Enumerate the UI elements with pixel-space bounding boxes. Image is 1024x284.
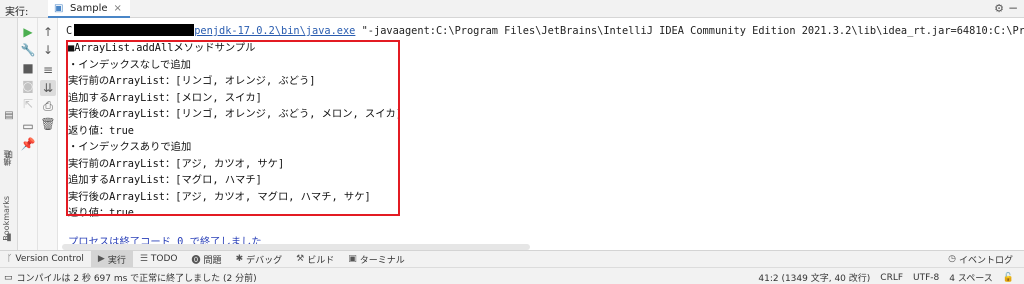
print-icon[interactable]: ⎙ (40, 98, 56, 114)
tab-label: TODO (150, 254, 178, 264)
pin-icon[interactable]: 📌 (20, 136, 36, 152)
gear-icon[interactable]: ⚙ (994, 2, 1004, 15)
tab-version-control[interactable]: ᚴ Version Control (0, 251, 91, 268)
application-icon: ▣ (54, 3, 64, 14)
status-layout-icon: ▭ (4, 272, 13, 283)
wrench-icon[interactable]: 🔧 (20, 42, 36, 58)
line-separator[interactable]: CRLF (880, 273, 903, 283)
tab-label: ターミナル (359, 255, 405, 266)
tab-run[interactable]: ▶ 実行 (90, 250, 133, 268)
close-icon[interactable]: × (114, 3, 122, 14)
bookmark-icon[interactable]: ▮ (3, 232, 15, 244)
status-right: 41:2 (1349 文字, 40 改行) CRLF UTF-8 4 スペース … (758, 271, 1014, 284)
camera-icon[interactable]: ◙ (20, 78, 36, 94)
command-prefix: C (66, 25, 73, 37)
lock-icon[interactable]: 🔓 (1003, 273, 1014, 283)
tab-label: 問題 (203, 255, 222, 266)
structure-label[interactable]: 構造 (2, 150, 13, 166)
up-arrow-icon[interactable]: ↑ (40, 24, 56, 40)
tab-event-log[interactable]: ◷ イベントログ (941, 251, 1020, 268)
down-arrow-icon[interactable]: ↓ (40, 42, 56, 58)
status-bar: ▭ コンパイルは 2 秒 697 ms で正常に終了しました (2 分前) 41… (0, 267, 1024, 284)
terminal-icon: ▣ (348, 254, 357, 264)
layout-icon[interactable]: ▭ (20, 118, 36, 134)
tab-build[interactable]: ⚒ ビルド (289, 251, 341, 268)
compile-message: コンパイルは 2 秒 697 ms で正常に終了しました (2 分前) (16, 274, 257, 284)
scroll-to-end-icon[interactable]: ⇊ (40, 80, 56, 96)
trash-icon[interactable]: 🗑 (40, 116, 56, 132)
indent-setting[interactable]: 4 スペース (949, 271, 993, 284)
tab-label: デバッグ (246, 255, 283, 266)
command-args: "-javaagent:C:\Program Files\JetBrains\I… (355, 25, 1024, 37)
branch-icon: ᚴ (7, 254, 13, 264)
redacted-path (74, 24, 195, 36)
tool-window-tabs: ᚴ Version Control ▶ 実行 ☰ TODO ⓿ 問題 ✱ デバッ… (0, 250, 1024, 268)
exit-icon[interactable]: ⇱ (20, 96, 36, 112)
status-message[interactable]: ▭ コンパイルは 2 秒 697 ms で正常に終了しました (2 分前) (4, 271, 257, 284)
hammer-icon: ⚒ (296, 254, 305, 264)
event-log-icon: ◷ (948, 254, 956, 264)
run-title: 実行: (5, 7, 29, 18)
highlight-box (66, 40, 400, 216)
tab-label: イベントログ (958, 255, 1013, 266)
tab-debug[interactable]: ✱ デバッグ (229, 251, 290, 268)
soft-wrap-icon[interactable]: ≡ (40, 62, 56, 78)
caret-position[interactable]: 41:2 (1349 文字, 40 改行) (758, 271, 870, 284)
project-icon[interactable]: ▤ (3, 110, 15, 122)
tab-todo[interactable]: ☰ TODO (133, 251, 185, 268)
console-output[interactable]: Cpenjdk-17.0.2\bin\java.exe "-javaagent:… (60, 18, 1024, 250)
minimize-icon[interactable]: − (1008, 1, 1018, 15)
problems-icon: ⓿ (191, 255, 201, 266)
tab-label: ビルド (307, 255, 335, 266)
tab-label: 実行 (107, 255, 126, 266)
tab-label: Version Control (15, 254, 84, 264)
bug-icon: ✱ (235, 254, 244, 264)
run-tab-label: Sample (70, 3, 108, 14)
run-tab-sample[interactable]: ▣ Sample × (48, 0, 130, 18)
list-icon: ☰ (139, 254, 148, 264)
run-toolbar-primary: ▶ 🔧 ■ ◙ ⇱ ▭ 📌 (18, 18, 38, 250)
tab-terminal[interactable]: ▣ ターミナル (341, 251, 412, 268)
left-tool-strip: ▤ ⊞ 構造 Bookmarks ▮ (0, 18, 18, 250)
file-encoding[interactable]: UTF-8 (913, 273, 939, 283)
run-toolbar-secondary: ↑ ↓ ≡ ⇊ ⎙ 🗑 (38, 18, 58, 250)
command-line: Cpenjdk-17.0.2\bin\java.exe "-javaagent:… (66, 24, 1024, 37)
java-exe-link[interactable]: penjdk-17.0.2\bin\java.exe (194, 25, 355, 37)
tab-problems[interactable]: ⓿ 問題 (185, 251, 229, 268)
stop-icon[interactable]: ■ (20, 60, 36, 76)
run-tool-window-header: 実行: ▣ Sample × ⚙ − (0, 0, 1024, 18)
rerun-icon[interactable]: ▶ (20, 24, 36, 40)
play-icon: ▶ (97, 254, 105, 264)
